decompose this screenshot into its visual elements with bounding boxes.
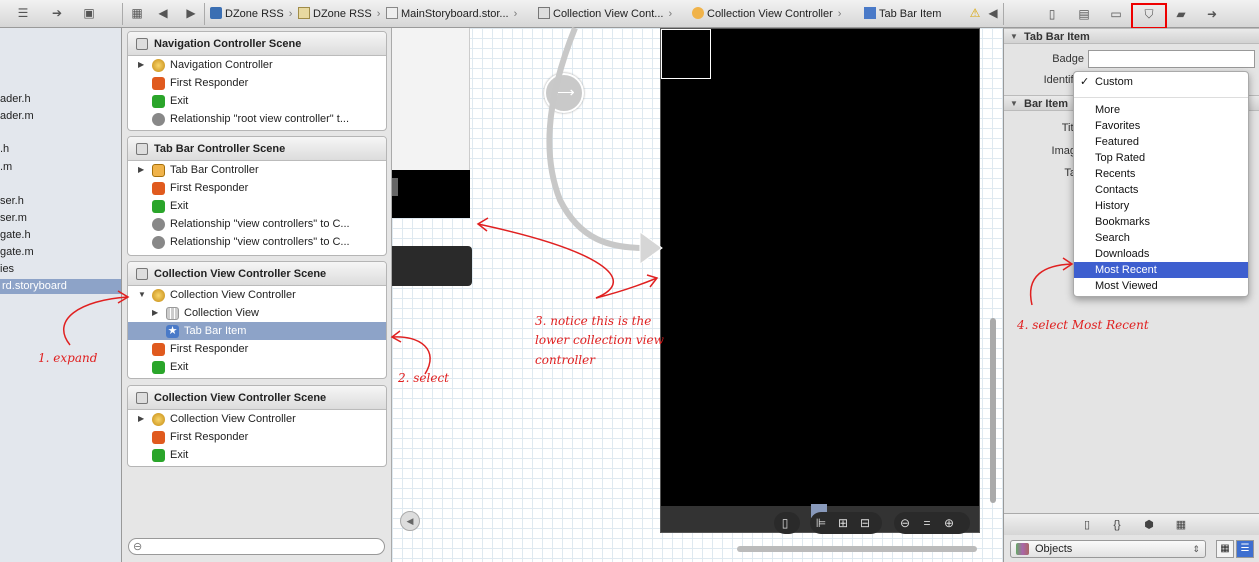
arrow-notice-2	[595, 277, 658, 299]
annotation-step3-line3: controller	[535, 353, 595, 367]
annotation-step3-line2: lower collection view	[535, 333, 664, 347]
arrow-most-recent	[1029, 263, 1073, 306]
segue-line	[546, 26, 646, 251]
segue-arrowhead	[639, 231, 663, 265]
annotation-arrows	[63, 26, 1074, 375]
annotation-step1: 1. expand	[38, 351, 98, 365]
annotation-step2: 2. select	[398, 371, 450, 385]
arrow-select	[391, 336, 431, 375]
annotation-step3-line1: 3. notice this is the	[535, 314, 652, 328]
annotation-step4: 4. select Most Recent	[1017, 318, 1149, 332]
arrow-expand	[63, 296, 129, 346]
